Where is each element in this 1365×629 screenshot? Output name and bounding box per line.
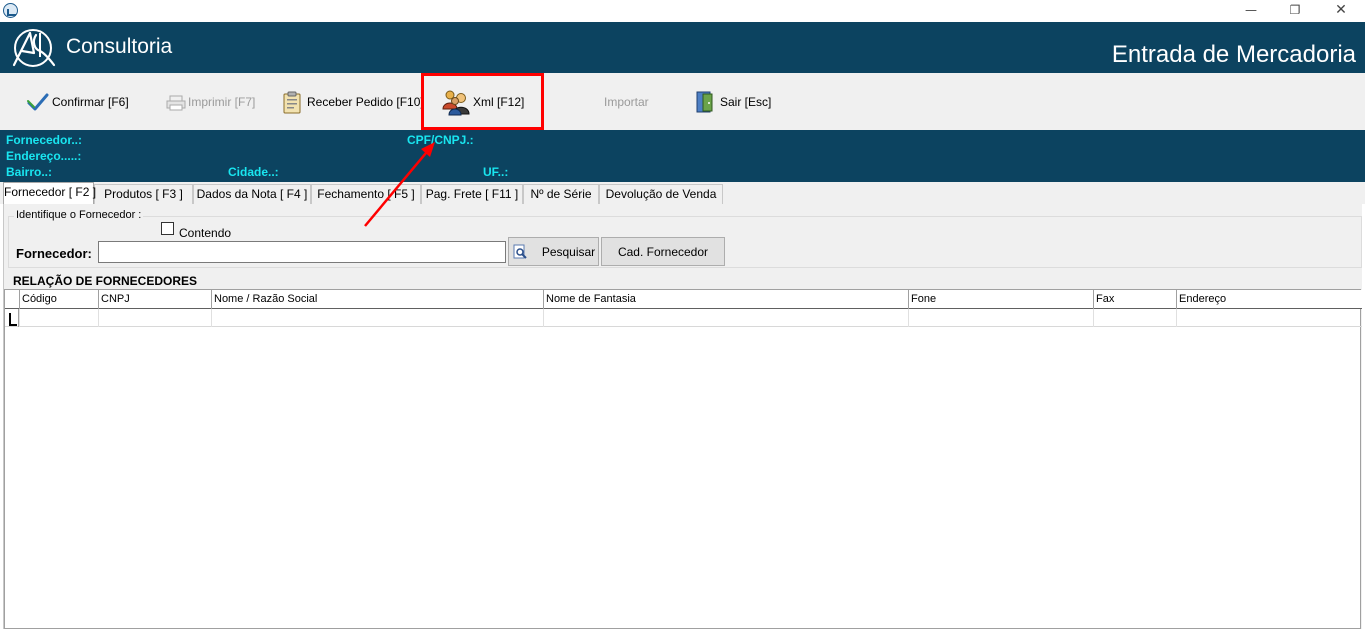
col-endereco[interactable]: Endereço [1176,290,1360,309]
grid-cell[interactable] [98,309,211,327]
company-logo-icon [12,29,56,67]
grid-corner [5,290,19,309]
exit-door-icon [694,90,718,114]
print-button[interactable]: Imprimir [F7] [166,73,255,130]
tab-numero-serie[interactable]: Nº de Série [523,184,599,204]
supplier-info-panel: Fornecedor..: CPF/CNPJ.: Endereço.....: … [0,130,1365,182]
contains-checkbox[interactable] [161,222,174,235]
tab-strip: Fornecedor [ F2 ] Produtos [ F3 ] Dados … [0,182,1365,204]
import-label: Importar [604,94,649,109]
exit-label: Sair [Esc] [720,94,772,109]
tab-dados-da-nota[interactable]: Dados da Nota [ F4 ] [193,184,311,204]
suppliers-grid-title: RELAÇÃO DE FORNECEDORES [13,274,198,288]
table-row[interactable] [5,309,1362,327]
col-fone[interactable]: Fone [908,290,1093,309]
search-button-label: Pesquisar [541,244,596,259]
grid-cell[interactable] [1176,309,1360,327]
printer-icon [166,90,186,114]
tab-produtos[interactable]: Produtos [ F3 ] [94,184,193,204]
grid-cell[interactable] [908,309,1093,327]
print-label: Imprimir [F7] [188,94,256,109]
exit-button[interactable]: Sair [Esc] [694,73,771,130]
checkmark-icon [26,90,50,114]
grid-header: Código CNPJ Nome / Razão Social Nome de … [5,290,1362,309]
supplier-field-label: Fornecedor: [16,246,92,261]
suppliers-grid[interactable]: Código CNPJ Nome / Razão Social Nome de … [4,289,1362,629]
grid-cell[interactable] [211,309,543,327]
search-doc-icon [512,244,528,260]
col-codigo[interactable]: Código [19,290,98,309]
col-cnpj[interactable]: CNPJ [98,290,211,309]
grid-cell[interactable] [543,309,908,327]
restore-button[interactable]: ❐ [1272,0,1318,22]
row-indicator-icon [5,309,19,327]
screen-title: Entrada de Mercadoria [1111,41,1356,68]
app-icon [3,3,18,18]
grid-cell[interactable] [1093,309,1176,327]
confirm-label: Confirmar [F6] [52,94,129,109]
clipboard-icon [281,90,305,114]
contains-label: Contendo [179,226,232,240]
address-info-label: Endereço.....: [6,149,82,163]
annotation-arrow-icon [364,142,435,227]
import-button[interactable]: Importar [604,73,649,130]
toolbar: Confirmar [F6] Imprimir [F7] Receber Ped… [0,73,1365,130]
receive-order-label: Receber Pedido [F10] [307,94,424,109]
receive-order-button[interactable]: Receber Pedido [F10] [281,73,424,130]
register-supplier-button[interactable]: Cad. Fornecedor [601,237,725,266]
col-nome-razao-social[interactable]: Nome / Razão Social [211,290,543,309]
logo-text: Consultoria [66,35,173,58]
supplier-input[interactable] [98,241,506,263]
xml-highlight-box [421,73,544,130]
header-banner: Consultoria Entrada de Mercadoria [0,22,1365,73]
close-button[interactable]: ✕ [1318,0,1364,22]
minimize-button[interactable]: — [1228,0,1274,22]
window-title-bar: — ❐ ✕ [0,0,1365,22]
city-info-label: Cidade..: [228,165,279,179]
col-nome-fantasia[interactable]: Nome de Fantasia [543,290,908,309]
search-button[interactable]: Pesquisar [508,237,599,266]
col-fax[interactable]: Fax [1093,290,1176,309]
grid-cell[interactable] [19,309,98,327]
confirm-button[interactable]: Confirmar [F6] [26,73,129,130]
tab-devolucao-venda[interactable]: Devolução de Venda [599,184,723,204]
district-info-label: Bairro..: [6,165,53,179]
uf-info-label: UF..: [483,165,509,179]
supplier-info-label: Fornecedor..: [6,133,83,147]
tab-fornecedor[interactable]: Fornecedor [ F2 ] [3,182,96,204]
identify-supplier-label: Identifique o Fornecedor : [14,209,144,221]
register-supplier-label: Cad. Fornecedor [617,244,709,259]
